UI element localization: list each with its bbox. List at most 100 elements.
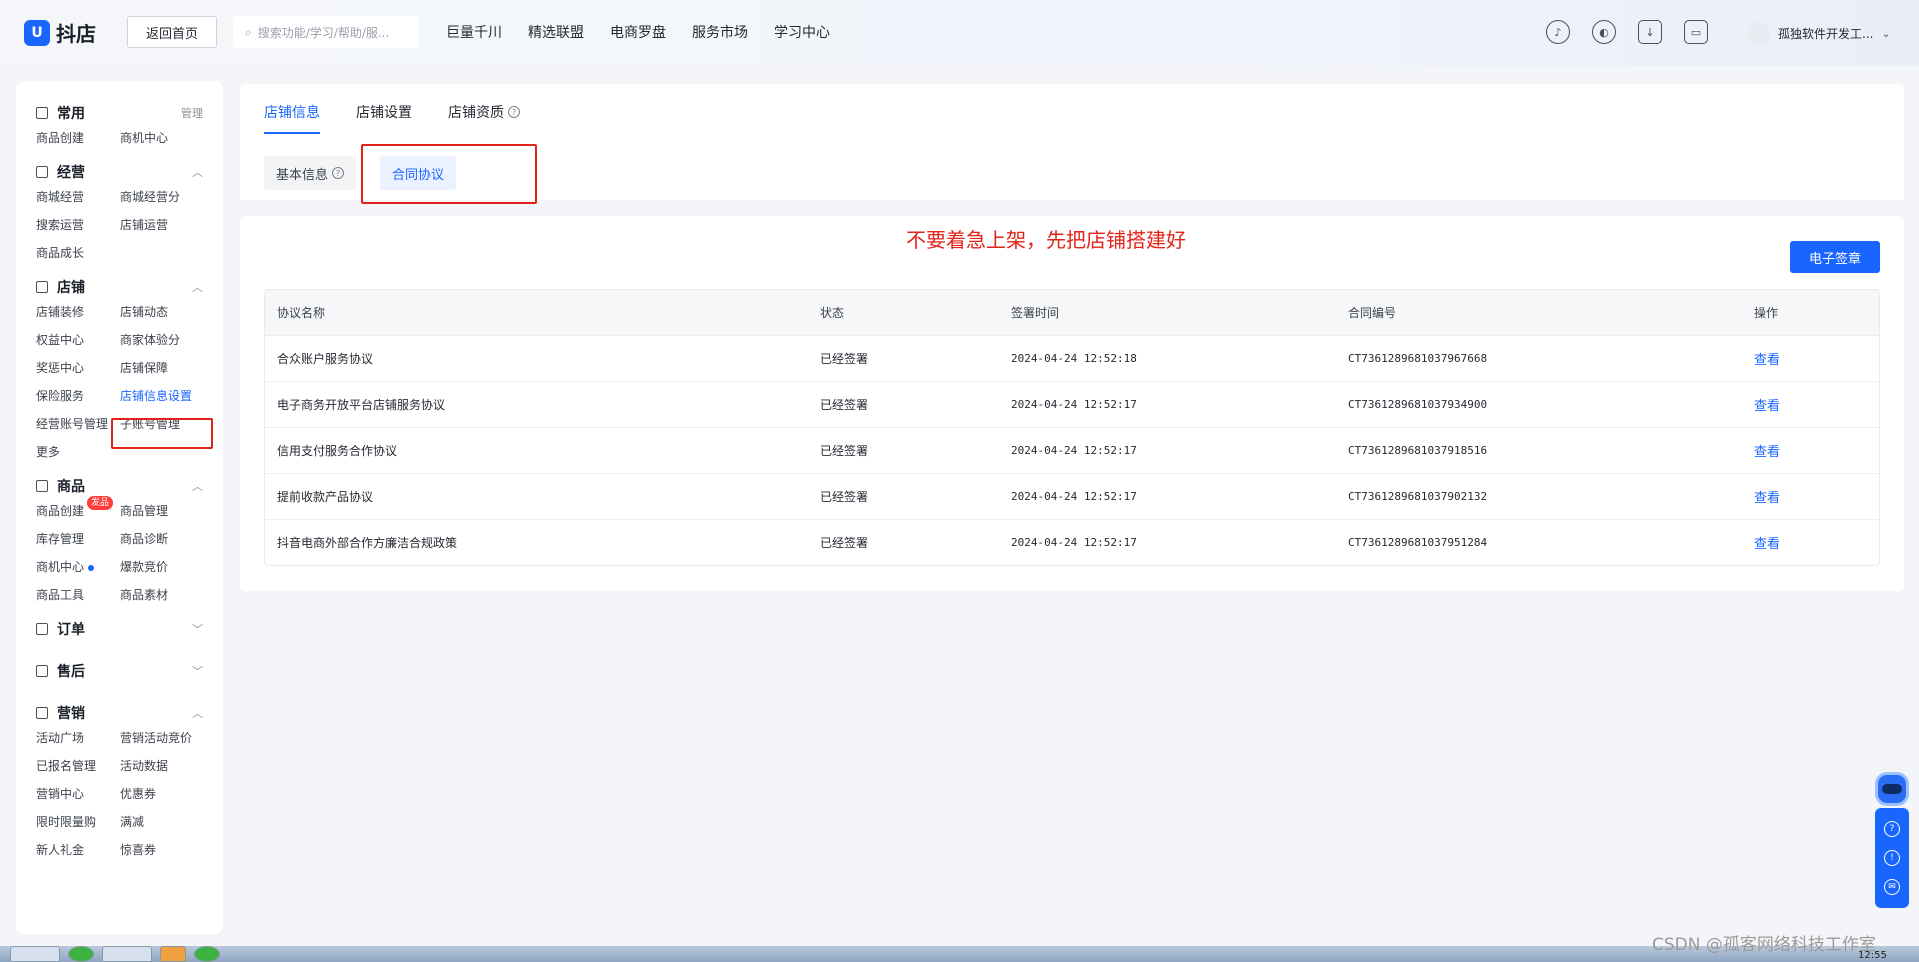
nav-item-qianchuan[interactable]: 巨量千川 — [446, 22, 502, 42]
sidebar-group-header[interactable]: 订单 ﹀ — [36, 619, 203, 639]
store-icon[interactable]: ▭ — [1684, 20, 1708, 44]
chevron-up-icon[interactable]: ︿ — [192, 478, 203, 494]
sidebar-item[interactable]: 店铺动态 — [120, 303, 210, 322]
sidebar-item[interactable]: 商品创建 发品 — [36, 496, 120, 521]
sidebar-item[interactable]: 优惠券 — [120, 785, 210, 804]
sidebar-item[interactable]: 权益中心 — [36, 331, 120, 350]
store-icon — [36, 281, 48, 293]
cell-contract-number: CT7361289681037902132 — [1348, 490, 1488, 503]
sidebar-item[interactable]: 商城经营分 — [120, 188, 210, 207]
back-home-button[interactable]: 返回首页 — [127, 16, 217, 48]
chevron-down-icon[interactable]: ﹀ — [192, 621, 203, 637]
sidebar-item[interactable]: 商城经营 — [36, 188, 120, 207]
view-link[interactable]: 查看 — [1754, 537, 1780, 552]
sidebar-group-title: 售后 — [57, 664, 85, 680]
sidebar-item[interactable]: 活动广场 — [36, 729, 120, 748]
cell-contract-number: CT7361289681037967668 — [1348, 352, 1488, 365]
logo[interactable]: U 抖店 — [24, 18, 96, 47]
sidebar-item-store-info-settings[interactable]: 店铺信息设置 — [120, 387, 210, 406]
sidebar-item[interactable]: 经营账号管理 — [36, 415, 120, 434]
view-link[interactable]: 查看 — [1754, 491, 1780, 506]
sidebar-item[interactable]: 店铺装修 — [36, 303, 120, 322]
sidebar-item[interactable]: 商品成长 — [36, 244, 120, 263]
shield-icon[interactable]: ! — [1884, 849, 1900, 866]
sidebar-item[interactable]: 商品诊断 — [120, 530, 210, 549]
search-placeholder: 搜索功能/学习/帮助/服... — [257, 25, 390, 40]
tab-store-qualification[interactable]: 店铺资质? — [448, 102, 520, 134]
manage-link[interactable]: 管理 — [181, 105, 203, 121]
user-menu[interactable]: 孤独软件开发工... ⌄ — [1748, 22, 1891, 44]
app-icon[interactable] — [68, 946, 94, 962]
cell-agreement-name: 信用支付服务合作协议 — [277, 444, 398, 458]
chevron-up-icon[interactable]: ︿ — [192, 279, 203, 295]
chevron-up-icon[interactable]: ︿ — [192, 705, 203, 721]
tab-store-settings[interactable]: 店铺设置 — [356, 102, 412, 134]
search-input[interactable]: ⌕ 搜索功能/学习/帮助/服... — [233, 16, 418, 48]
sidebar-item[interactable]: 营销中心 — [36, 785, 120, 804]
app-icon[interactable] — [160, 946, 186, 962]
sidebar-item[interactable]: 保险服务 — [36, 387, 120, 406]
bell-icon[interactable]: ♪ — [1546, 20, 1570, 44]
view-link[interactable]: 查看 — [1754, 445, 1780, 460]
chevron-down-icon[interactable]: ﹀ — [192, 663, 203, 679]
column-header: 签署时间 — [1011, 306, 1060, 320]
sidebar-item[interactable]: 限时限量购 — [36, 813, 120, 832]
sidebar-group-title: 商品 — [57, 479, 85, 495]
sidebar-group-orders: 订单 ﹀ — [36, 619, 223, 639]
help-icon[interactable]: ? — [1884, 820, 1900, 837]
order-icon — [36, 623, 48, 635]
view-link[interactable]: 查看 — [1754, 399, 1780, 414]
sidebar-item[interactable]: 店铺保障 — [120, 359, 210, 378]
notification-dot — [88, 564, 95, 571]
app-icon[interactable] — [194, 946, 220, 962]
esign-button[interactable]: 电子签章 — [1790, 241, 1880, 273]
chevron-up-icon[interactable]: ︿ — [192, 164, 203, 180]
sidebar-item[interactable]: 满减 — [120, 813, 210, 832]
cell-signed-time: 2024-04-24 12:52:17 — [1011, 490, 1137, 503]
download-icon[interactable]: ↓ — [1638, 20, 1662, 44]
sidebar-item[interactable]: 商品工具 — [36, 586, 120, 605]
sidebar-item[interactable]: 奖惩中心 — [36, 359, 120, 378]
cell-status: 已经签署 — [820, 444, 869, 458]
sidebar-item[interactable]: 库存管理 — [36, 530, 120, 549]
nav-item-alliance[interactable]: 精选联盟 — [528, 22, 584, 42]
sidebar-item[interactable]: 商品创建 — [36, 129, 120, 148]
help-icon[interactable]: ? — [332, 167, 345, 179]
view-link[interactable]: 查看 — [1754, 353, 1780, 368]
sidebar-item[interactable]: 搜索运营 — [36, 216, 120, 235]
sidebar-item[interactable]: 商机中心 — [120, 129, 210, 148]
sidebar-item[interactable]: 活动数据 — [120, 757, 210, 776]
sidebar-group-header[interactable]: 店铺 ︿ — [36, 277, 203, 297]
compass-icon[interactable]: ◐ — [1592, 20, 1616, 44]
sidebar-item[interactable]: 营销活动竞价 — [120, 729, 210, 748]
sidebar-group-header[interactable]: 经营 ︿ — [36, 162, 203, 182]
browser-icon[interactable] — [102, 946, 152, 962]
subtab-basic-info[interactable]: 基本信息? — [264, 156, 357, 190]
sidebar-item[interactable]: 已报名管理 — [36, 757, 120, 776]
nav-item-learning[interactable]: 学习中心 — [774, 22, 830, 42]
sidebar-group-header[interactable]: 营销 ︿ — [36, 703, 203, 723]
start-button[interactable] — [10, 946, 60, 962]
sidebar-group-header[interactable]: 常用 管理 — [36, 103, 203, 123]
sidebar-item[interactable]: 商家体验分 — [120, 331, 210, 350]
sidebar-group-header[interactable]: 售后 ﹀ — [36, 661, 203, 681]
sidebar-item[interactable]: 商机中心 — [36, 558, 120, 577]
sidebar-item[interactable]: 商品素材 — [120, 586, 210, 605]
robot-assistant-icon[interactable] — [1875, 772, 1909, 806]
message-icon[interactable]: ✉ — [1884, 879, 1900, 896]
tab-store-info[interactable]: 店铺信息 — [264, 102, 320, 134]
sidebar-item[interactable]: 商品管理 — [120, 502, 210, 521]
sidebar-item[interactable]: 店铺运营 — [120, 216, 210, 235]
nav-item-market[interactable]: 服务市场 — [692, 22, 748, 42]
floating-helper: ? ! ✉ — [1875, 772, 1911, 920]
sidebar-item[interactable]: 新人礼金 — [36, 841, 120, 860]
logo-icon: U — [24, 19, 50, 46]
table-row: 电子商务开放平台店铺服务协议 已经签署 2024-04-24 12:52:17 … — [265, 381, 1879, 427]
sidebar-group-header[interactable]: 商品 ︿ — [36, 476, 203, 496]
sidebar-item-more[interactable]: 更多 — [36, 443, 120, 462]
help-icon[interactable]: ? — [508, 106, 520, 118]
sidebar-item[interactable]: 爆款竞价 — [120, 558, 210, 577]
sidebar-item[interactable]: 惊喜券 — [120, 841, 210, 860]
nav-item-compass[interactable]: 电商罗盘 — [610, 22, 666, 42]
subtab-label: 基本信息 — [276, 167, 329, 183]
